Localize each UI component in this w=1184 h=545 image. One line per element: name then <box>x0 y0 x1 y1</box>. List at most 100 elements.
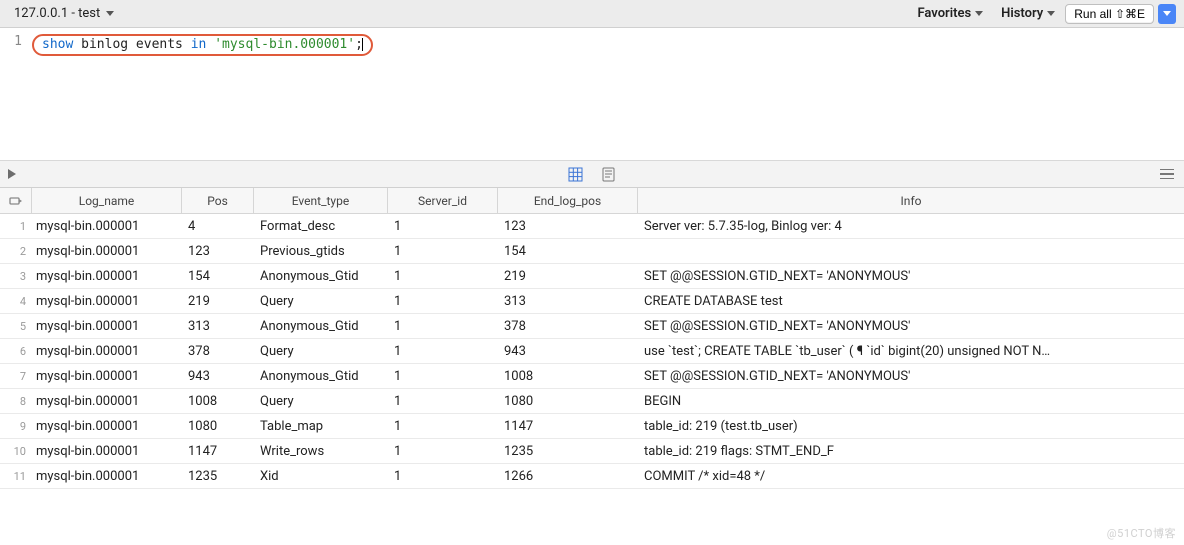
row-number: 4 <box>0 295 32 308</box>
cell-pos: 943 <box>182 369 254 384</box>
cell-event-type: Previous_gtids <box>254 244 388 259</box>
run-all-button[interactable]: Run all ⇧⌘E <box>1065 4 1154 24</box>
row-number: 1 <box>0 220 32 233</box>
cell-info: SET @@SESSION.GTID_NEXT= 'ANONYMOUS' <box>638 269 1184 284</box>
text-view-icon[interactable] <box>601 167 616 182</box>
cell-server-id: 1 <box>388 369 498 384</box>
row-number: 11 <box>0 470 32 483</box>
cell-log-name: mysql-bin.000001 <box>32 469 182 484</box>
cell-log-name: mysql-bin.000001 <box>32 294 182 309</box>
table-row[interactable]: 5mysql-bin.000001313Anonymous_Gtid1378SE… <box>0 314 1184 339</box>
select-all-rows[interactable] <box>0 188 32 213</box>
chevron-down-icon <box>106 11 114 16</box>
cell-event-type: Anonymous_Gtid <box>254 269 388 284</box>
run-all-dropdown[interactable] <box>1158 4 1176 24</box>
cell-log-name: mysql-bin.000001 <box>32 444 182 459</box>
history-menu[interactable]: History <box>997 4 1059 23</box>
cell-log-name: mysql-bin.000001 <box>32 219 182 234</box>
cell-event-type: Query <box>254 294 388 309</box>
grid-view-icon[interactable] <box>568 167 583 182</box>
table-row[interactable]: 7mysql-bin.000001943Anonymous_Gtid11008S… <box>0 364 1184 389</box>
cell-pos: 1147 <box>182 444 254 459</box>
table-row[interactable]: 11mysql-bin.0000011235Xid11266COMMIT /* … <box>0 464 1184 489</box>
col-header-pos[interactable]: Pos <box>182 188 254 213</box>
history-label: History <box>1001 6 1043 21</box>
cell-info: SET @@SESSION.GTID_NEXT= 'ANONYMOUS' <box>638 319 1184 334</box>
run-all-label: Run all ⇧⌘E <box>1074 7 1145 21</box>
col-header-info[interactable]: Info <box>638 188 1184 213</box>
cell-pos: 378 <box>182 344 254 359</box>
col-header-server-id[interactable]: Server_id <box>388 188 498 213</box>
cell-end-log-pos: 1008 <box>498 369 638 384</box>
cell-info: BEGIN <box>638 394 1184 409</box>
cell-end-log-pos: 313 <box>498 294 638 309</box>
highlighted-sql: show binlog events in 'mysql-bin.000001'… <box>32 34 373 56</box>
cell-server-id: 1 <box>388 319 498 334</box>
cell-info: Server ver: 5.7.35-log, Binlog ver: 4 <box>638 219 1184 234</box>
sql-editor[interactable]: 1 show binlog events in 'mysql-bin.00000… <box>0 28 1184 161</box>
table-row[interactable]: 4mysql-bin.000001219Query1313CREATE DATA… <box>0 289 1184 314</box>
row-number: 2 <box>0 245 32 258</box>
results-body: 1mysql-bin.0000014Format_desc1123Server … <box>0 214 1184 489</box>
cell-server-id: 1 <box>388 344 498 359</box>
row-number: 3 <box>0 270 32 283</box>
cell-server-id: 1 <box>388 269 498 284</box>
favorites-menu[interactable]: Favorites <box>913 4 987 23</box>
table-row[interactable]: 10mysql-bin.0000011147Write_rows11235tab… <box>0 439 1184 464</box>
cell-server-id: 1 <box>388 419 498 434</box>
cell-pos: 4 <box>182 219 254 234</box>
cell-log-name: mysql-bin.000001 <box>32 269 182 284</box>
chevron-down-icon <box>1163 11 1171 16</box>
cell-server-id: 1 <box>388 444 498 459</box>
cell-server-id: 1 <box>388 394 498 409</box>
cell-event-type: Write_rows <box>254 444 388 459</box>
table-row[interactable]: 3mysql-bin.000001154Anonymous_Gtid1219SE… <box>0 264 1184 289</box>
cell-end-log-pos: 219 <box>498 269 638 284</box>
cell-event-type: Anonymous_Gtid <box>254 369 388 384</box>
cell-end-log-pos: 378 <box>498 319 638 334</box>
cell-pos: 1235 <box>182 469 254 484</box>
cell-pos: 154 <box>182 269 254 284</box>
top-toolbar: 127.0.0.1 - test Favorites History Run a… <box>0 0 1184 28</box>
cell-event-type: Format_desc <box>254 219 388 234</box>
connection-tab-label: 127.0.0.1 - test <box>14 6 100 21</box>
cell-info: SET @@SESSION.GTID_NEXT= 'ANONYMOUS' <box>638 369 1184 384</box>
col-header-log-name[interactable]: Log_name <box>32 188 182 213</box>
cell-log-name: mysql-bin.000001 <box>32 244 182 259</box>
sql-text: binlog events <box>73 37 190 52</box>
cell-end-log-pos: 1235 <box>498 444 638 459</box>
cell-pos: 1080 <box>182 419 254 434</box>
cell-info: use `test`; CREATE TABLE `tb_user` ( ¶ `… <box>638 344 1184 359</box>
cell-info: table_id: 219 flags: STMT_END_F <box>638 444 1184 459</box>
cell-end-log-pos: 123 <box>498 219 638 234</box>
table-row[interactable]: 2mysql-bin.000001123Previous_gtids1154 <box>0 239 1184 264</box>
text-cursor <box>362 38 363 51</box>
favorites-label: Favorites <box>917 6 971 21</box>
play-icon[interactable] <box>8 169 16 179</box>
results-toolbar <box>0 161 1184 188</box>
row-number: 8 <box>0 395 32 408</box>
col-header-event-type[interactable]: Event_type <box>254 188 388 213</box>
sql-keyword: show <box>42 37 73 52</box>
table-row[interactable]: 9mysql-bin.0000011080Table_map11147table… <box>0 414 1184 439</box>
col-header-end-log-pos[interactable]: End_log_pos <box>498 188 638 213</box>
watermark: @51CTO博客 <box>1107 525 1176 541</box>
cell-server-id: 1 <box>388 294 498 309</box>
row-number: 7 <box>0 370 32 383</box>
cell-pos: 219 <box>182 294 254 309</box>
cell-server-id: 1 <box>388 469 498 484</box>
cell-log-name: mysql-bin.000001 <box>32 419 182 434</box>
sql-string: 'mysql-bin.000001' <box>214 37 355 52</box>
cell-event-type: Query <box>254 394 388 409</box>
table-row[interactable]: 6mysql-bin.000001378Query1943use `test`;… <box>0 339 1184 364</box>
cell-event-type: Query <box>254 344 388 359</box>
code-area[interactable]: show binlog events in 'mysql-bin.000001'… <box>28 28 1184 160</box>
table-row[interactable]: 8mysql-bin.0000011008Query11080BEGIN <box>0 389 1184 414</box>
connection-tab[interactable]: 127.0.0.1 - test <box>8 4 120 23</box>
editor-gutter: 1 <box>0 28 28 160</box>
row-number: 5 <box>0 320 32 333</box>
hamburger-icon[interactable] <box>1160 169 1174 180</box>
cell-info: CREATE DATABASE test <box>638 294 1184 309</box>
table-row[interactable]: 1mysql-bin.0000014Format_desc1123Server … <box>0 214 1184 239</box>
chevron-down-icon <box>1047 11 1055 16</box>
